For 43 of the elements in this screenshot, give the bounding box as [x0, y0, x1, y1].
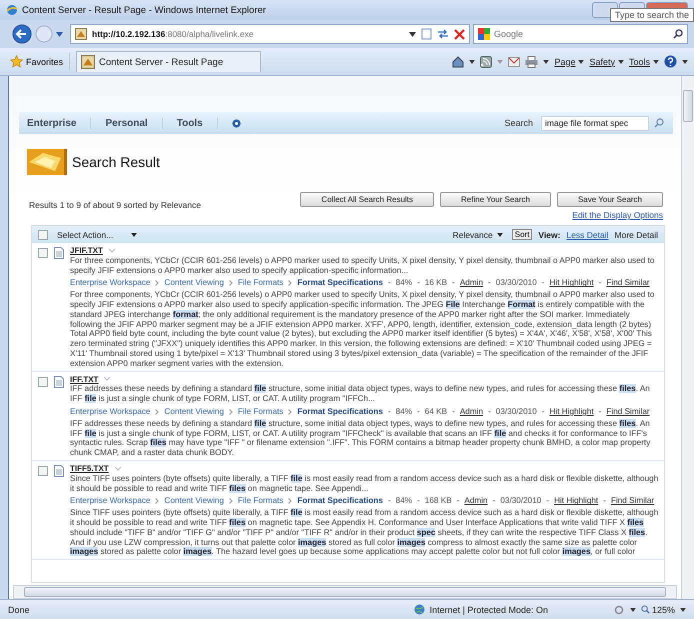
address-host: http://10.2.192.136	[92, 29, 166, 39]
separator: -	[388, 278, 391, 288]
search-label: Search	[504, 118, 533, 128]
separator: -	[603, 496, 606, 506]
results-summary: Results 1 to 9 of about 9 sorted by Relevance	[29, 200, 201, 210]
separator: -	[452, 278, 455, 288]
separator: -	[598, 406, 602, 417]
meta-value: 03/30/2010	[496, 278, 537, 288]
separator: -	[542, 278, 545, 288]
meta-value: 64 KB	[424, 406, 448, 417]
security-zone: Internet | Protected Mode: On	[430, 604, 548, 614]
separator: -	[542, 406, 545, 417]
window-title: Content Server - Result Page - Windows Internet Explorer	[22, 4, 266, 16]
separator: -	[388, 406, 391, 417]
address-path: :8080/alpha/livelink.exe	[165, 29, 254, 39]
separator: -	[388, 496, 391, 506]
meta-value: 03/30/2010	[496, 406, 537, 417]
result-summary: IFF addresses these needs by defining a standard file structure, some initial data object types, ways to define new types, and rules for accessing these files. An IFF file is just a single chunk of type FORM, LIST, or CAT. A utility program "IFFCh...	[70, 384, 651, 404]
separator: -	[417, 496, 420, 506]
meta-value: 168 KB	[424, 496, 452, 506]
separator: -	[417, 278, 420, 288]
meta-value: 84%	[396, 496, 412, 506]
meta-value: 84%	[396, 278, 412, 288]
meta-value: 16 KB	[424, 278, 448, 288]
view-label: View:	[538, 230, 560, 240]
separator: -	[488, 278, 491, 288]
result-summary: Since TIFF uses pointers (byte offsets) quite liberally, a TIFF file is most easily read from a random access device such as a hard disk or flexible diskette, although it should be possible to read and write TIFF files on magnetic tape. See Appendi...	[70, 474, 660, 494]
result-detail: Since TIFF uses pointers (byte offsets) quite liberally, a TIFF file is most easily read from a random access device such as a hard disk or flexible diskette, although it should be possible to read and write TIFF files on magnetic tape. See Appendix H. Conformance and User Interface Applications that write valid TIFF X files should include "TIFF B" and/or "TIFF G" and/or "TIFF P" and/or "TIFF R" and/or in their product spec sheets, if they can write the respective TIFF Class X files. And if you use LZW compression, it turns out that palette color images stored as full color images compress to almost exactly the same size as palette color images stored as palette color images. The hazard level goes up because some applications may accept palette color but not full color images, or full color	[70, 508, 660, 558]
page-title: Search Result	[72, 154, 160, 170]
separator: -	[598, 278, 602, 288]
meta-value: 03/30/2010	[500, 496, 542, 506]
separator: -	[546, 496, 550, 506]
result-summary: For three components, YCbCr (CCIR 601-256 levels) o APP0 marker used to specify Units, X pixel density, Y pixel density, thumbnail o APP0 marker also used to specify JFIF extensions o APP0 marker also used to specify application-specific information...	[70, 256, 656, 276]
result-detail: IFF addresses these needs by defining a standard file structure, some initial data object types, ways to define new types, and rules for accessing these files. An IFF file is just a single chunk of type FORM, LIST, or CAT. A utility program "IFFCheck" is available that scans an IFF file and checks it for conformance to IFF's syntactic rules. Scrap files may have type "IFF " or filename extension ".IFF". This FORM contains a bitmap header property chunk BMHD, a color map property chunk CMAP, and a raster data chunk BODY.	[70, 418, 652, 458]
separator: -	[488, 406, 491, 417]
status-text: Done	[8, 604, 30, 614]
separator: -	[417, 406, 420, 417]
result-detail: For three components, YCbCr (CCIR 601-256 levels) o APP0 marker used to specify Units, X pixel density, Y pixel density, thumbnail o APP0 marker also used to specify JFIF extensions o APP0 marker also used to specify application-specific information. The JPEG File Interchange Format is entirely compatible with the standard JPEG interchange format; the only additional requirement is the mandatory presence of the APP0 marker right after the SOI marker. Immediately following the JFIF APP0 marker segment may be a JFIF extension APP0 marker. X'FF', APP0, length, identifier, extension_code, extension_data length (2 bytes) Total APP0 field byte count, including the byte count value (2 bytes), but excluding the APP0 marker itself identifier (5 bytes) = X'4A', X'46', X'58', X'58', X'00' This zero terminated string ("JFXX") uniquely identifies this APP0 marker. In this version, the following extensions are defined: = X'10' Thumbnail coded using JPEG = X'11' Thumbnail stored using 1 byte/pixel = X'13' Thumbnail stored using 3 bytes/pixel extension_data (variable) = The specification of the remainder of the JFIF extension APP0 marker segment varies with the extension.	[70, 290, 656, 369]
meta-value: 84%	[396, 406, 412, 417]
separator: -	[492, 496, 496, 506]
separator: -	[456, 496, 460, 506]
search-tooltip: Type to search the	[610, 8, 694, 22]
separator: -	[452, 406, 455, 417]
